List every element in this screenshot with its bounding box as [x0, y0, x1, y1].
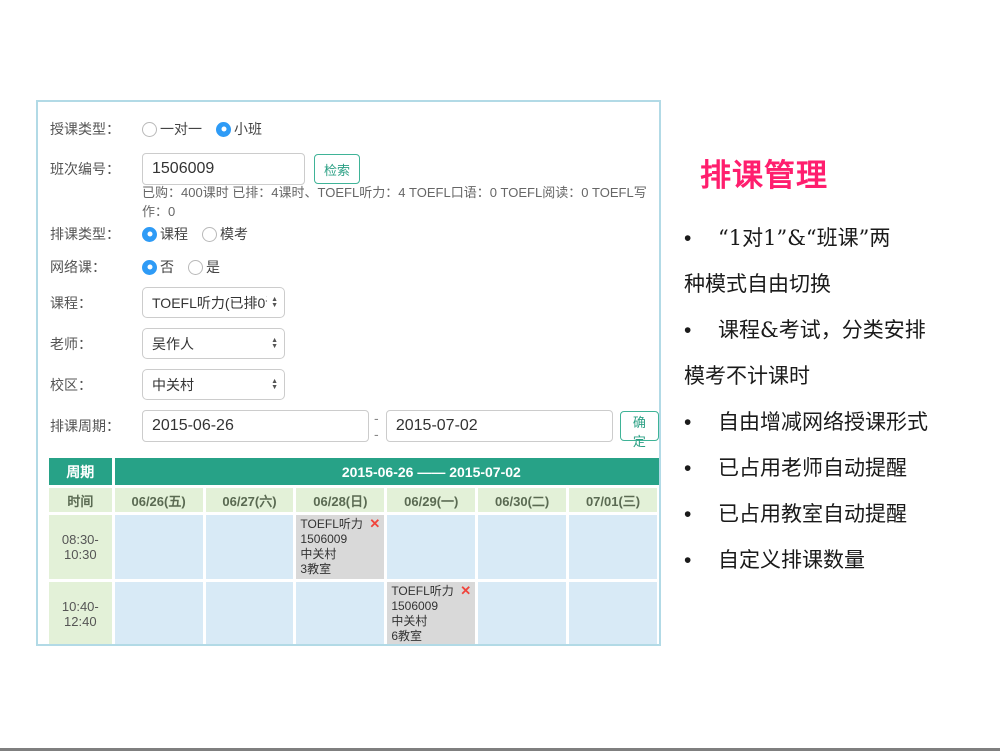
teach-type-label: 授课类型：: [50, 119, 142, 139]
empty-slot: [115, 582, 203, 646]
empty-slot: [660, 582, 661, 646]
table-range-row: 周期 2015-06-26 —— 2015-07-02: [49, 458, 661, 485]
event-course: TOEFL听力: [391, 584, 453, 599]
empty-slot: [478, 582, 566, 646]
list-item-continuation: 模考不计课时: [684, 353, 1000, 399]
period-header: 周期: [49, 458, 112, 485]
event-class-no: 1506009: [391, 599, 471, 614]
scheduling-panel: 授课类型： 一对一 小班 班次编号： 检索 已购：400课时 已排：4课时、TO…: [36, 100, 661, 646]
event-campus: 中关村: [391, 614, 471, 629]
purchased-hours-text: 已购：400课时 已排：4课时、TOEFL听力：4 TOEFL口语：0 TOEF…: [142, 182, 659, 220]
radio-icon[interactable]: [142, 122, 157, 137]
event-course: TOEFL听力: [300, 517, 362, 532]
radio-mock-exam[interactable]: 模考: [202, 224, 248, 244]
search-button[interactable]: 检索: [314, 154, 360, 184]
radio-course[interactable]: 课程: [142, 224, 188, 244]
radio-checked-icon[interactable]: [216, 122, 231, 137]
time-header: 时间: [49, 488, 112, 512]
select-stepper-icon: ▲ ▼: [271, 297, 278, 309]
delete-event-icon[interactable]: ✕: [369, 517, 380, 531]
radio-icon[interactable]: [188, 260, 203, 275]
radio-online-yes[interactable]: 是: [188, 257, 220, 277]
event-campus: 中关村: [300, 547, 380, 562]
teacher-label: 老师：: [50, 334, 142, 354]
radio-small-class[interactable]: 小班: [216, 119, 262, 139]
empty-slot: [206, 582, 294, 646]
radio-icon[interactable]: [202, 227, 217, 242]
period-label: 排课周期：: [50, 416, 142, 436]
list-item-continuation: 种模式自由切换: [684, 261, 1000, 307]
date-range-header: 2015-06-26 —— 2015-07-02: [115, 458, 661, 485]
list-item: •已占用老师自动提醒: [684, 445, 1000, 491]
class-no-label: 班次编号：: [50, 159, 142, 179]
campus-row: 校区： 中关村 ▲ ▼: [50, 369, 659, 400]
course-row: 课程： TOEFL听力(已排0课时) ▲ ▼: [50, 287, 659, 318]
event-room: 6教室: [391, 629, 471, 644]
list-item: •自由增减网络授课形式: [684, 399, 1000, 445]
date-header: 06/29(一): [387, 488, 475, 512]
period-row: 排课周期： -- 确定: [50, 410, 659, 442]
time-slot: 08:30-10:30: [49, 515, 112, 579]
feature-list: •“1对1”&“班课”两 种模式自由切换 •课程&考试，分类安排 模考不计课时 …: [684, 215, 1000, 583]
campus-select[interactable]: 中关村 ▲ ▼: [142, 369, 285, 400]
empty-slot: [569, 582, 657, 646]
table-dates-row: 时间 06/26(五) 06/27(六) 06/28(日) 06/29(一) 0…: [49, 488, 661, 512]
list-item: •自定义排课数量: [684, 537, 1000, 583]
schedule-table-wrap: 周期 2015-06-26 —— 2015-07-02 时间 06/26(五) …: [46, 455, 659, 646]
schedule-table: 周期 2015-06-26 —— 2015-07-02 时间 06/26(五) …: [46, 455, 661, 646]
date-header: 07/01(三): [569, 488, 657, 512]
empty-slot: [569, 515, 657, 579]
course-label: 课程：: [50, 293, 142, 313]
radio-online-no[interactable]: 否: [142, 257, 174, 277]
delete-event-icon[interactable]: ✕: [460, 584, 471, 598]
page-title: 排课管理: [700, 150, 828, 195]
radio-checked-icon[interactable]: [142, 227, 157, 242]
scheduled-class-cell: TOEFL听力 ✕ 1506009 中关村 6教室: [387, 582, 475, 646]
campus-label: 校区：: [50, 375, 142, 395]
confirm-button[interactable]: 确定: [620, 411, 659, 441]
online-course-row: 网络课： 否 是: [50, 256, 659, 278]
list-item: •“1对1”&“班课”两: [684, 215, 1000, 261]
radio-checked-icon[interactable]: [142, 260, 157, 275]
scheduled-class-cell: TOEFL听力 ✕ 1506009 中关村 3教室: [296, 515, 384, 579]
empty-slot: [478, 515, 566, 579]
radio-one-on-one[interactable]: 一对一: [142, 119, 202, 139]
course-select[interactable]: TOEFL听力(已排0课时) ▲ ▼: [142, 287, 285, 318]
class-no-row: 班次编号： 检索: [50, 153, 659, 185]
teach-type-row: 授课类型： 一对一 小班: [50, 118, 659, 140]
schedule-type-row: 排课类型： 课程 模考: [50, 223, 659, 245]
list-item: •课程&考试，分类安排: [684, 307, 1000, 353]
class-no-input[interactable]: [142, 153, 305, 185]
event-room: 3教室: [300, 562, 380, 577]
date-header-clipped: [660, 488, 661, 512]
empty-slot: [206, 515, 294, 579]
schedule-type-label: 排课类型：: [50, 224, 142, 244]
list-item: •已占用教室自动提醒: [684, 491, 1000, 537]
empty-slot: [296, 582, 384, 646]
select-stepper-icon: ▲ ▼: [271, 379, 278, 391]
empty-slot: [660, 515, 661, 579]
period-separator: --: [374, 410, 381, 442]
empty-slot: [387, 515, 475, 579]
purchased-hours-row: 已购：400课时 已排：4课时、TOEFL听力：4 TOEFL口语：0 TOEF…: [50, 192, 659, 210]
teacher-row: 老师： 吴作人 ▲ ▼: [50, 328, 659, 359]
date-header: 06/26(五): [115, 488, 203, 512]
event-class-no: 1506009: [300, 532, 380, 547]
table-row: 08:30-10:30 TOEFL听力 ✕ 1506009 中关村 3教室: [49, 515, 661, 579]
scheduling-form: 授课类型： 一对一 小班 班次编号： 检索 已购：400课时 已排：4课时、TO…: [38, 102, 659, 442]
date-header: 06/27(六): [206, 488, 294, 512]
date-header: 06/30(二): [478, 488, 566, 512]
select-stepper-icon: ▲ ▼: [271, 338, 278, 350]
time-slot: 10:40-12:40: [49, 582, 112, 646]
teacher-select[interactable]: 吴作人 ▲ ▼: [142, 328, 285, 359]
period-end-input[interactable]: [386, 410, 613, 442]
empty-slot: [115, 515, 203, 579]
period-start-input[interactable]: [142, 410, 369, 442]
slide: 授课类型： 一对一 小班 班次编号： 检索 已购：400课时 已排：4课时、TO…: [0, 0, 1000, 751]
table-row: 10:40-12:40 TOEFL听力 ✕ 1506009 中关村 6教室: [49, 582, 661, 646]
date-header: 06/28(日): [296, 488, 384, 512]
online-course-label: 网络课：: [50, 257, 142, 277]
